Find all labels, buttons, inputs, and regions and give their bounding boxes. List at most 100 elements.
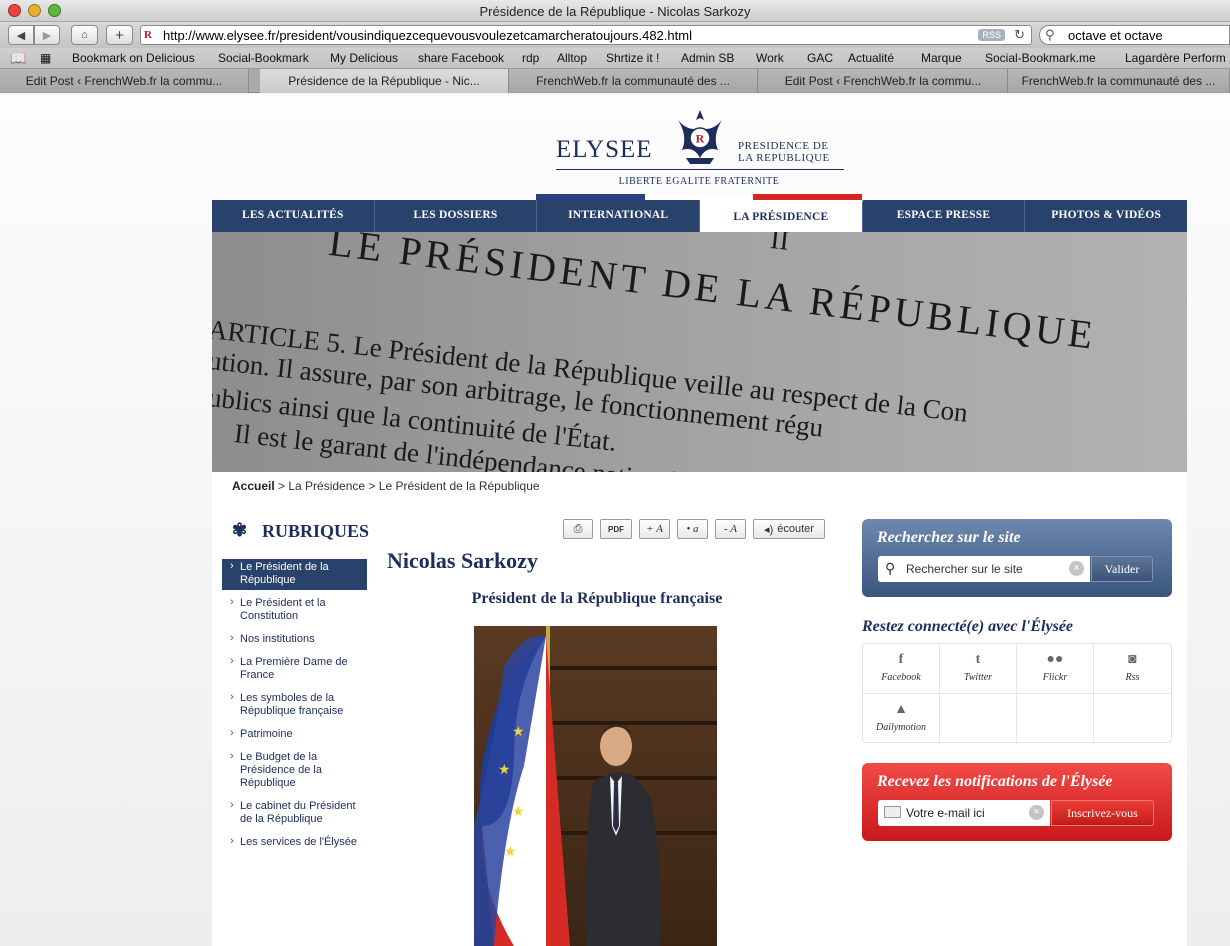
social-label: Twitter: [963, 672, 993, 683]
nav-espace-presse[interactable]: ESPACE PRESSE: [863, 200, 1026, 232]
font-reset-button[interactable]: • a: [677, 519, 708, 539]
social-dailymotion[interactable]: ▲ Dailymotion: [863, 694, 940, 744]
bookmark-folder[interactable]: Actualité: [848, 51, 894, 65]
twitter-icon: t: [975, 652, 981, 667]
site-motto: LIBERTE EGALITE FRATERNITE: [618, 176, 780, 187]
site-logo-word[interactable]: ELYSEE: [556, 136, 653, 164]
plus-icon[interactable]: +: [106, 25, 133, 45]
rss-button[interactable]: RSS: [978, 29, 1005, 41]
social-label: Flickr: [1042, 672, 1068, 683]
banner-text: II: [768, 232, 791, 257]
browser-search-value[interactable]: octave et octave: [1068, 28, 1163, 43]
logo-divider: [556, 169, 844, 170]
browser-tab[interactable]: Edit Post ‹ FrenchWeb.fr la commu...: [0, 69, 249, 93]
bookmark-item[interactable]: rdp: [522, 51, 539, 65]
sidebar-item-symboles[interactable]: Les symboles de la République française: [222, 690, 367, 721]
window-title: Présidence de la République - Nicolas Sa…: [479, 4, 751, 19]
browser-tab[interactable]: Edit Post ‹ FrenchWeb.fr la commu...: [759, 69, 1008, 93]
newsletter-title: Recevez les notifications de l'Élysée: [877, 773, 1113, 790]
bookmark-folder[interactable]: Marque: [921, 51, 962, 65]
browser-tab[interactable]: FrenchWeb.fr la communauté des ...: [1008, 69, 1230, 93]
sidebar-item-services[interactable]: Les services de l'Élysée: [222, 834, 367, 852]
site-favicon-icon: R: [144, 29, 152, 41]
main-navigation: LES ACTUALITÉS LES DOSSIERS INTERNATIONA…: [212, 200, 1187, 232]
social-twitter[interactable]: t Twitter: [940, 644, 1017, 694]
search-submit-button[interactable]: Valider: [1091, 556, 1153, 582]
subscribe-button[interactable]: Inscrivez-vous: [1051, 800, 1154, 826]
svg-text:R: R: [696, 132, 705, 146]
search-icon: ⚲: [1045, 27, 1055, 42]
site-search-input[interactable]: ⚲ Rechercher sur le site ×: [878, 556, 1090, 582]
nav-international[interactable]: INTERNATIONAL: [537, 200, 701, 232]
sidebar-item-patrimoine[interactable]: Patrimoine: [222, 726, 367, 744]
email-field[interactable]: Votre e-mail ici ×: [878, 800, 1050, 826]
flickr-icon: ●●: [1046, 652, 1064, 667]
social-section-title: Restez connecté(e) avec l'Élysée: [862, 618, 1074, 635]
bookmark-folder[interactable]: Work: [756, 51, 784, 65]
breadcrumb-home-link[interactable]: Accueil: [232, 479, 275, 493]
listen-button[interactable]: ◂) écouter: [753, 519, 825, 539]
pdf-button[interactable]: PDF: [600, 519, 632, 539]
sidebar-item-president[interactable]: Le Président de la République: [222, 559, 367, 590]
bookmark-item[interactable]: Shrtize it !: [606, 51, 659, 65]
social-label: Rss: [1125, 672, 1140, 683]
font-smaller-button[interactable]: - A: [715, 519, 746, 539]
svg-text:★: ★: [498, 761, 511, 777]
social-facebook[interactable]: f Facebook: [863, 644, 940, 694]
nav-dossiers[interactable]: LES DOSSIERS: [375, 200, 538, 232]
address-bar[interactable]: R http://www.elysee.fr/president/vousind…: [140, 25, 1032, 45]
bookmark-item[interactable]: My Delicious: [330, 51, 398, 65]
browser-tab[interactable]: FrenchWeb.fr la communauté des ...: [509, 69, 758, 93]
rubriques-menu: Le Président de la République Le Préside…: [222, 559, 367, 857]
bookmark-item[interactable]: Admin SB: [681, 51, 734, 65]
bookmark-item[interactable]: Social-Bookmark: [218, 51, 309, 65]
sidebar-item-constitution[interactable]: Le Président et la Constitution: [222, 595, 367, 626]
article-subtitle: Président de la République française: [471, 590, 723, 607]
font-bigger-button[interactable]: + A: [639, 519, 670, 539]
bookmark-item[interactable]: Lagardère Perform: [1125, 51, 1226, 65]
clear-email-icon[interactable]: ×: [1029, 805, 1044, 820]
bookmark-item[interactable]: GAC: [807, 51, 833, 65]
sidebar-item-premiere-dame[interactable]: La Première Dame de France: [222, 654, 367, 685]
sidebar-item-institutions[interactable]: Nos institutions: [222, 631, 367, 649]
nav-photos-videos[interactable]: PHOTOS & VIDÉOS: [1025, 200, 1187, 232]
email-placeholder: Votre e-mail ici: [906, 806, 985, 820]
svg-text:★: ★: [504, 843, 517, 859]
browser-search-field[interactable]: ⚲ octave et octave: [1039, 25, 1230, 45]
grid-icon[interactable]: ▦: [40, 51, 51, 65]
speaker-icon: ◂): [764, 523, 774, 536]
svg-text:★: ★: [512, 723, 525, 739]
breadcrumb-path[interactable]: > La Présidence >: [275, 479, 379, 493]
nav-actualites[interactable]: LES ACTUALITÉS: [212, 200, 375, 232]
bookmarks-book-icon[interactable]: 📖: [10, 51, 26, 67]
social-rss[interactable]: ◙ Rss: [1094, 644, 1171, 694]
url-text[interactable]: http://www.elysee.fr/president/vousindiq…: [163, 28, 692, 43]
search-panel-title: Recherchez sur le site: [877, 529, 1021, 546]
social-links-grid: f Facebook t Twitter ●● Flickr ◙ Rss ▲ Dailym…: [862, 643, 1172, 744]
reload-icon[interactable]: ↻: [1014, 27, 1025, 43]
republic-crest-icon: R: [678, 110, 722, 164]
dailymotion-icon: ▲: [894, 702, 908, 717]
social-flickr[interactable]: ●● Flickr: [1017, 644, 1094, 694]
printer-icon[interactable]: ⎙: [563, 519, 593, 539]
tab-bar: Edit Post ‹ FrenchWeb.fr la commu... Pré…: [0, 69, 1230, 93]
back-arrow-icon[interactable]: ◀: [8, 25, 34, 45]
article-title: Nicolas Sarkozy: [387, 548, 538, 573]
browser-tab-active[interactable]: Présidence de la République - Nic...: [260, 69, 509, 93]
sidebar-item-budget[interactable]: Le Budget de la Présidence de la Républi…: [222, 749, 367, 793]
clear-search-icon[interactable]: ×: [1069, 561, 1084, 576]
sidebar-item-cabinet[interactable]: Le cabinet du Président de la République: [222, 798, 367, 829]
bookmark-item[interactable]: Social-Bookmark.me: [985, 51, 1096, 65]
bookmark-item[interactable]: Bookmark on Delicious: [72, 51, 195, 65]
envelope-icon: [884, 806, 901, 818]
forward-arrow-icon[interactable]: ▶: [34, 25, 60, 45]
bookmark-item[interactable]: share Facebook: [418, 51, 504, 65]
listen-label: écouter: [777, 523, 814, 535]
logo-subtitle-line: PRESIDENCE DE: [738, 140, 829, 152]
home-icon[interactable]: ⌂: [71, 25, 98, 45]
official-portrait-image: ★ ★ ★ ★: [474, 626, 717, 946]
social-empty-cell: [1094, 694, 1171, 744]
nav-presidence[interactable]: LA PRÉSIDENCE: [700, 200, 863, 232]
facebook-icon: f: [898, 652, 904, 667]
bookmark-item[interactable]: Alltop: [557, 51, 587, 65]
